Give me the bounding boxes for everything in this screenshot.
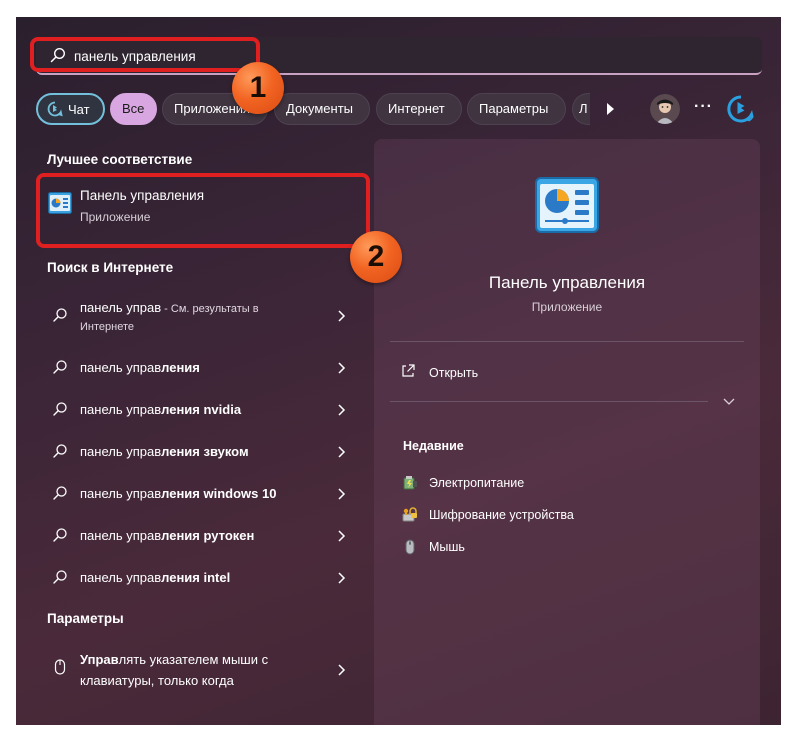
device-encryption-icon xyxy=(402,507,417,522)
best-match-heading: Лучшее соответствие xyxy=(47,152,193,167)
mouse-icon xyxy=(405,539,415,555)
settings-item-line2: клавиатуры, только когда xyxy=(80,673,234,688)
tab-documents-label: Документы xyxy=(286,101,354,116)
chevron-right-icon xyxy=(338,572,346,584)
annotation-badge-2: 2 xyxy=(350,231,402,283)
web-search-heading: Поиск в Интернете xyxy=(47,260,174,275)
tab-all[interactable]: Все xyxy=(110,93,157,125)
bing-chat-icon xyxy=(47,101,63,117)
web-result-prefix: панель управ xyxy=(80,360,162,375)
start-search-window: Чат Все Приложения Документы Интернет Па… xyxy=(16,17,781,725)
web-result-item[interactable]: панель управления windows 10 xyxy=(40,483,360,505)
tab-truncated-label: Л xyxy=(579,101,588,116)
web-result-prefix: панель управ xyxy=(80,444,162,459)
web-result-item[interactable]: панель управления intel xyxy=(40,567,360,589)
mouse-icon xyxy=(54,659,66,675)
recent-item-label: Электропитание xyxy=(429,476,525,490)
search-icon xyxy=(53,444,67,458)
settings-item-line1: лять указателем мыши с xyxy=(118,652,269,667)
preview-app-kind: Приложение xyxy=(531,300,603,314)
user-avatar[interactable] xyxy=(650,94,680,124)
chevron-right-icon xyxy=(338,404,346,416)
bing-icon[interactable] xyxy=(726,94,756,124)
recent-item-label: Шифрование устройства xyxy=(429,508,574,522)
tab-more-truncated[interactable]: Л xyxy=(572,93,590,125)
search-icon xyxy=(53,402,67,416)
play-arrow-icon[interactable] xyxy=(598,97,622,121)
preview-divider xyxy=(390,401,708,402)
web-result-item[interactable]: панель управления xyxy=(40,357,360,379)
web-result-item[interactable]: панель управления звуком xyxy=(40,441,360,463)
power-options-icon xyxy=(403,476,417,490)
web-result-item[interactable]: панель управ - См. результаты в Интернет… xyxy=(40,297,360,339)
search-icon xyxy=(53,528,67,542)
tab-documents[interactable]: Документы xyxy=(274,93,370,125)
annotation-highlight-search xyxy=(30,37,260,72)
annotation-badge-1: 1 xyxy=(232,62,284,114)
web-result-bold: ления звуком xyxy=(161,444,249,459)
search-icon xyxy=(53,308,67,322)
more-options-button[interactable]: ··· xyxy=(694,98,713,116)
search-icon xyxy=(53,360,67,374)
filter-tabs: Чат Все Приложения Документы Интернет Па… xyxy=(36,93,766,125)
settings-item-bold: Управ xyxy=(80,652,119,667)
tab-settings-label: Параметры xyxy=(479,101,549,116)
tab-internet[interactable]: Интернет xyxy=(376,93,462,125)
chevron-down-icon[interactable] xyxy=(722,397,736,407)
preview-pane: Панель управления Приложение Открыть Нед… xyxy=(374,139,760,725)
search-icon xyxy=(53,570,67,584)
search-icon xyxy=(53,486,67,500)
chevron-right-icon xyxy=(338,362,346,374)
web-result-prefix: панель управ xyxy=(80,486,162,501)
settings-result-item[interactable]: Управлять указателем мыши с клавиатуры, … xyxy=(40,649,360,693)
recent-item-label: Мышь xyxy=(429,540,465,554)
chevron-right-icon xyxy=(338,488,346,500)
chevron-right-icon xyxy=(338,310,346,322)
preview-app-name: Панель управления xyxy=(488,273,646,292)
settings-heading: Параметры xyxy=(47,611,124,626)
web-result-item[interactable]: панель управления nvidia xyxy=(40,399,360,421)
preview-divider xyxy=(390,341,744,342)
chevron-right-icon xyxy=(338,530,346,542)
web-result-suffix: - См. результаты в xyxy=(161,303,259,315)
web-result-bold: ления windows 10 xyxy=(161,486,277,501)
web-result-bold: ления nvidia xyxy=(161,402,242,417)
web-result-prefix: панель управ xyxy=(80,402,162,417)
tab-settings[interactable]: Параметры xyxy=(467,93,566,125)
web-result-query: панель управ xyxy=(80,300,162,315)
control-panel-large-icon xyxy=(535,177,599,233)
tab-chat-label: Чат xyxy=(68,102,90,117)
tab-all-label: Все xyxy=(122,101,145,116)
recent-heading: Недавние xyxy=(403,439,464,453)
web-result-item[interactable]: панель управления рутокен xyxy=(40,525,360,547)
chevron-right-icon xyxy=(338,664,346,676)
web-result-prefix: панель управ xyxy=(80,528,162,543)
annotation-highlight-best-match xyxy=(36,173,370,248)
tab-internet-label: Интернет xyxy=(388,101,445,116)
web-result-bold: ления рутокен xyxy=(161,528,255,543)
open-action[interactable]: Открыть xyxy=(400,363,700,383)
web-result-line2: Интернете xyxy=(80,321,134,333)
web-result-prefix: панель управ xyxy=(80,570,162,585)
tab-chat[interactable]: Чат xyxy=(36,93,105,125)
web-result-bold: ления xyxy=(161,360,200,375)
open-label: Открыть xyxy=(429,366,479,380)
web-result-bold: ления intel xyxy=(161,570,231,585)
open-external-icon xyxy=(402,364,415,377)
chevron-right-icon xyxy=(338,446,346,458)
